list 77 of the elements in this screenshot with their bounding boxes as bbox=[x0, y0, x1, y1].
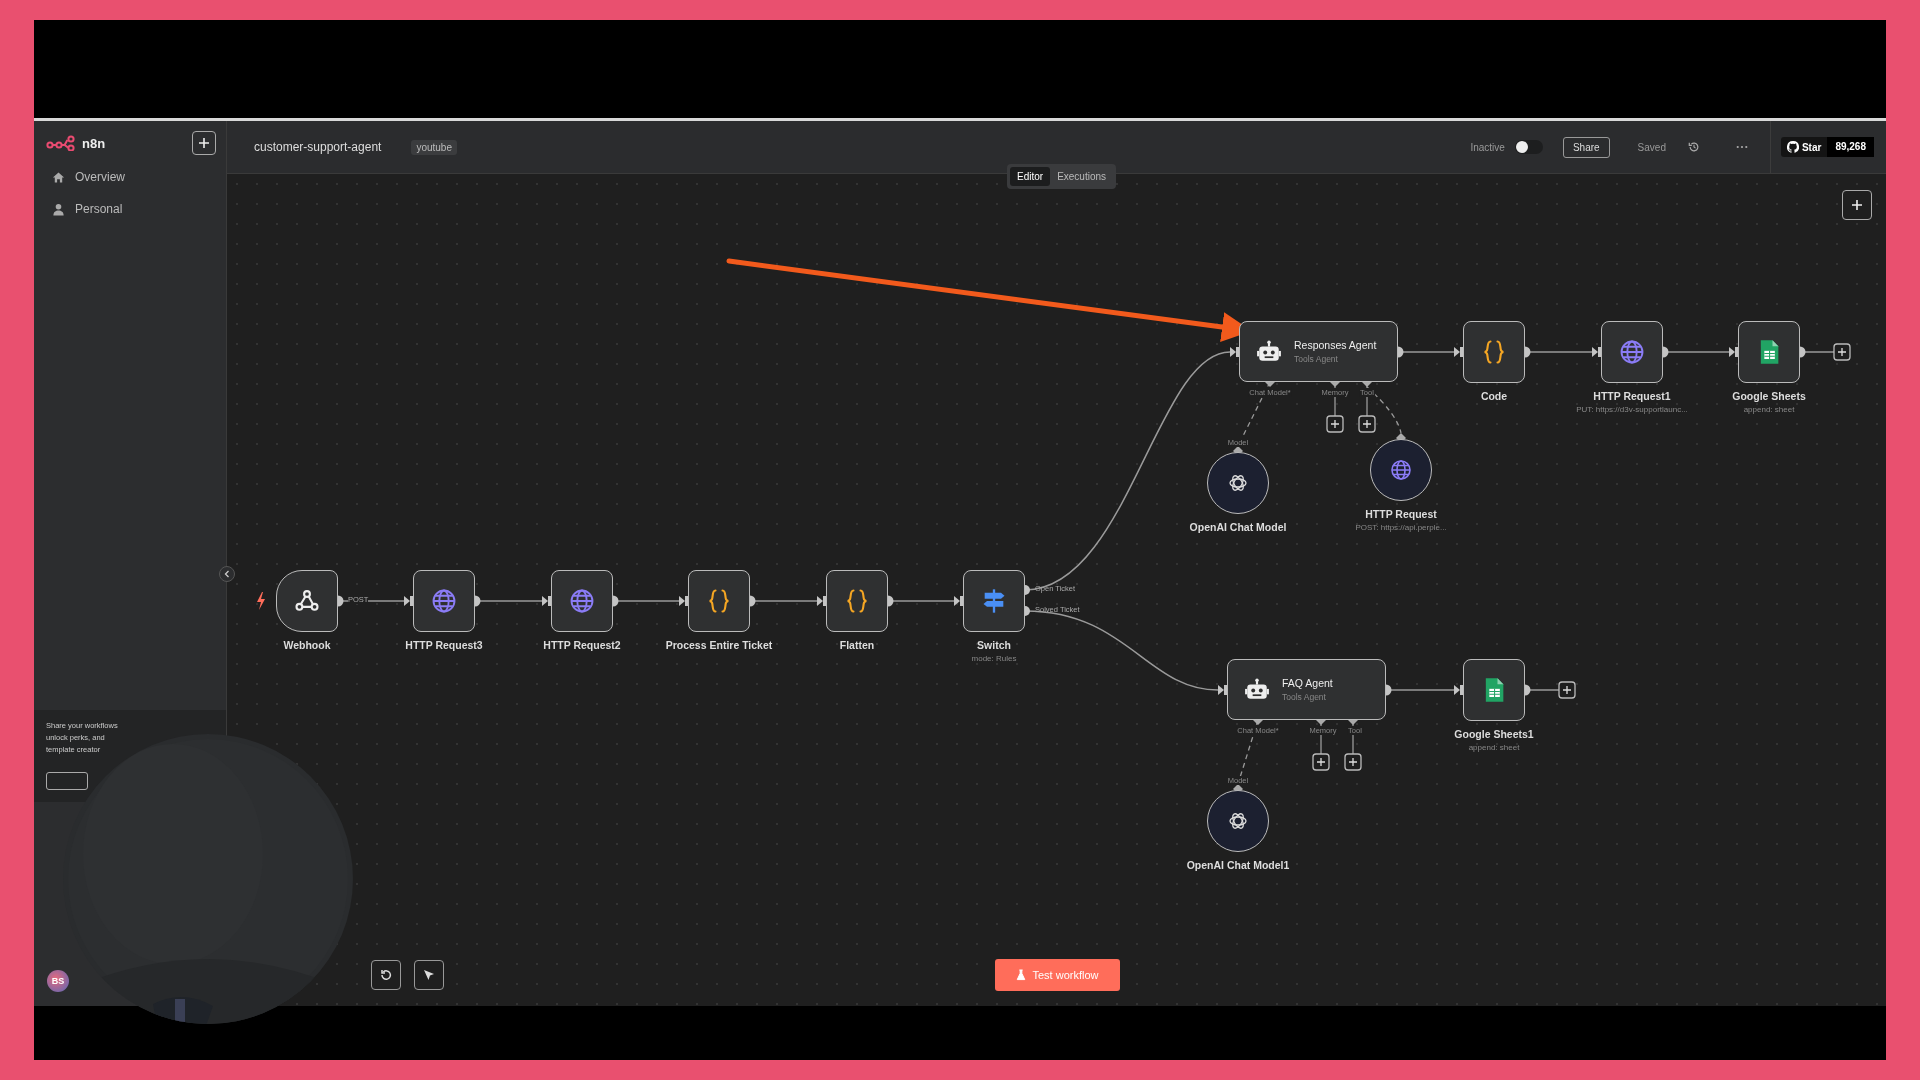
node-subtitle: POST: https://api.perple... bbox=[1355, 523, 1447, 532]
plus-icon bbox=[1851, 199, 1863, 211]
view-tab[interactable]: Executions bbox=[1050, 167, 1114, 186]
node-label: HTTP Request1 bbox=[1593, 390, 1671, 402]
node-subtitle: mode: Rules bbox=[971, 654, 1017, 663]
node-subtitle: append: sheet bbox=[1468, 743, 1520, 752]
workflow-node[interactable] bbox=[276, 570, 338, 632]
chevron-left-icon bbox=[223, 570, 231, 578]
node-label: OpenAI Chat Model bbox=[1189, 521, 1287, 533]
workflow-node[interactable] bbox=[1738, 321, 1800, 383]
add-button[interactable] bbox=[192, 131, 216, 155]
save-status: Saved bbox=[1637, 141, 1666, 153]
agent-node[interactable]: Responses Agent Tools Agent bbox=[1239, 321, 1398, 382]
user-avatar[interactable]: BS bbox=[47, 970, 69, 992]
cursor-icon bbox=[422, 968, 436, 982]
workflow-node[interactable] bbox=[688, 570, 750, 632]
workflow-tag[interactable]: youtube bbox=[411, 139, 457, 155]
add-node-button[interactable] bbox=[1344, 753, 1362, 771]
share-button[interactable]: Share bbox=[1562, 136, 1610, 158]
more-icon[interactable] bbox=[1735, 145, 1748, 149]
globe-icon bbox=[430, 587, 458, 615]
node-subtitle: PUT: https://d3v-supportlaunc... bbox=[1576, 405, 1688, 414]
user-icon bbox=[52, 202, 65, 216]
workflow-node[interactable] bbox=[963, 570, 1025, 632]
star-count: 89,268 bbox=[1827, 137, 1874, 157]
add-node-button[interactable] bbox=[1326, 415, 1344, 433]
node-label: Google Sheets1 bbox=[1454, 728, 1534, 740]
node-label: Process Entire Ticket bbox=[665, 639, 773, 651]
node-label: Code bbox=[1480, 390, 1508, 402]
node-label: HTTP Request bbox=[1365, 508, 1437, 520]
node-label: Switch bbox=[977, 639, 1011, 651]
node-label: HTTP Request3 bbox=[405, 639, 483, 651]
trigger-bolt-icon bbox=[257, 592, 265, 610]
add-node-button[interactable] bbox=[1558, 681, 1576, 699]
plus-icon bbox=[198, 137, 210, 149]
node-subtitle: append: sheet bbox=[1743, 405, 1795, 414]
node-title: Responses Agent bbox=[1294, 339, 1377, 351]
sidebar-item[interactable]: Overview bbox=[34, 161, 226, 193]
node-title: FAQ Agent bbox=[1282, 677, 1333, 689]
node-label: Google Sheets bbox=[1732, 390, 1806, 402]
node-label: OpenAI Chat Model1 bbox=[1186, 859, 1290, 871]
node-subtitle: Tools Agent bbox=[1282, 692, 1327, 702]
node-subtitle: Tools Agent bbox=[1294, 354, 1339, 364]
promo-button[interactable] bbox=[46, 772, 88, 790]
workflow-node[interactable] bbox=[826, 570, 888, 632]
undo-button[interactable] bbox=[371, 960, 401, 990]
workflow-node[interactable] bbox=[1601, 321, 1663, 383]
home-icon bbox=[52, 170, 65, 184]
add-node-button[interactable] bbox=[1842, 190, 1872, 220]
view-tab[interactable]: Editor bbox=[1010, 167, 1051, 186]
globe-icon bbox=[1618, 338, 1646, 366]
active-toggle[interactable] bbox=[1514, 140, 1543, 154]
workflow-node[interactable] bbox=[551, 570, 613, 632]
node-label: HTTP Request2 bbox=[543, 639, 621, 651]
add-node-button[interactable] bbox=[1833, 343, 1851, 361]
node-label: Flatten bbox=[839, 639, 875, 651]
workflow-node[interactable] bbox=[413, 570, 475, 632]
flask-icon bbox=[1016, 969, 1027, 981]
github-star-button[interactable]: Star 89,268 bbox=[1780, 137, 1874, 157]
history-icon[interactable] bbox=[1687, 141, 1700, 153]
active-label: Inactive bbox=[1470, 141, 1505, 153]
workflow-name[interactable]: customer-support-agent bbox=[254, 140, 382, 154]
workflow-node[interactable] bbox=[1463, 321, 1525, 383]
agent-node[interactable]: FAQ Agent Tools Agent bbox=[1227, 659, 1386, 720]
undo-icon bbox=[379, 968, 393, 982]
github-icon bbox=[1786, 141, 1799, 153]
add-node-button[interactable] bbox=[1312, 753, 1330, 771]
logo-icon bbox=[46, 135, 76, 151]
sidebar-item[interactable]: Personal bbox=[34, 193, 226, 225]
brand-name: n8n bbox=[82, 135, 107, 151]
add-node-button[interactable] bbox=[1358, 415, 1376, 433]
globe-icon bbox=[568, 587, 596, 615]
workflow-node[interactable] bbox=[1463, 659, 1525, 721]
star-label: Star bbox=[1801, 141, 1822, 153]
globe-icon bbox=[1389, 458, 1413, 482]
node-label: Webhook bbox=[283, 639, 331, 651]
pointer-button[interactable] bbox=[414, 960, 444, 990]
